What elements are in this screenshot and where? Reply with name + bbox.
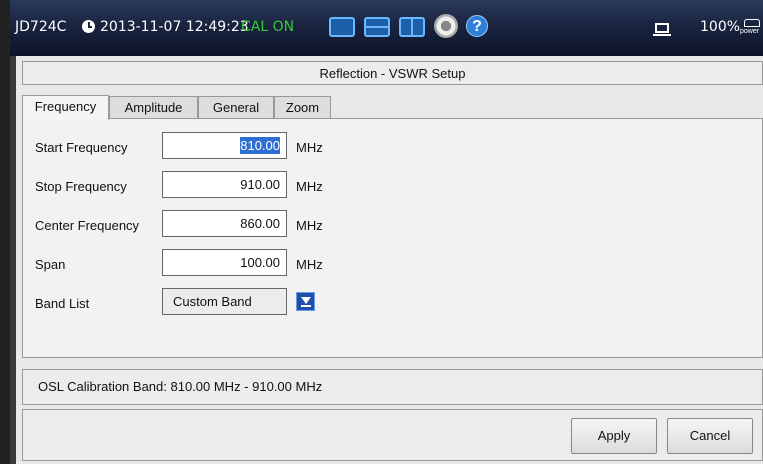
laptop-icon — [653, 23, 671, 36]
power-label: power — [740, 28, 760, 35]
band-list-select[interactable]: Custom Band — [162, 288, 287, 315]
power-icon: power — [740, 16, 762, 38]
center-frequency-input[interactable]: 860.00 — [162, 210, 287, 237]
dual-horizontal-view-icon[interactable] — [364, 17, 390, 37]
start-frequency-label: Start Frequency — [35, 140, 128, 155]
dropdown-icon[interactable] — [296, 292, 315, 311]
cancel-button[interactable]: Cancel — [667, 418, 753, 454]
single-view-icon[interactable] — [329, 17, 355, 37]
tab-amplitude[interactable]: Amplitude — [109, 96, 198, 119]
tab-zoom[interactable]: Zoom — [274, 96, 331, 119]
dialog-title: Reflection - VSWR Setup — [22, 61, 763, 85]
start-frequency-unit: MHz — [296, 140, 323, 155]
battery-level: 100% — [700, 19, 741, 35]
datetime: 2013-11-07 12:49:23 — [100, 19, 249, 35]
center-frequency-label: Center Frequency — [35, 218, 140, 233]
help-icon[interactable]: ? — [466, 15, 488, 37]
calibration-band-info: OSL Calibration Band: 810.00 MHz - 910.0… — [22, 369, 763, 405]
stop-frequency-label: Stop Frequency — [35, 179, 127, 194]
dual-vertical-view-icon[interactable] — [399, 17, 425, 37]
gear-icon[interactable] — [434, 14, 458, 38]
stop-frequency-input[interactable]: 910.00 — [162, 171, 287, 198]
cal-status: CAL ON — [241, 19, 295, 35]
tab-general[interactable]: General — [198, 96, 274, 119]
start-frequency-input[interactable]: 810.00 — [162, 132, 287, 159]
band-list-label: Band List — [35, 296, 90, 311]
model-name: JD724C — [15, 19, 67, 35]
stop-frequency-unit: MHz — [296, 179, 323, 194]
status-bar: JD724C 2013-11-07 12:49:23 CAL ON ? 100%… — [10, 0, 763, 56]
frequency-panel: Start Frequency 810.00 MHz Stop Frequenc… — [22, 118, 763, 358]
clock-icon — [82, 20, 95, 33]
dialog-footer: Apply Cancel — [22, 409, 763, 461]
span-input[interactable]: 100.00 — [162, 249, 287, 276]
span-unit: MHz — [296, 257, 323, 272]
setup-dialog: Reflection - VSWR Setup Frequency Amplit… — [16, 56, 763, 464]
tab-frequency[interactable]: Frequency — [22, 95, 109, 120]
span-label: Span — [35, 257, 66, 272]
center-frequency-unit: MHz — [296, 218, 323, 233]
apply-button[interactable]: Apply — [571, 418, 657, 454]
